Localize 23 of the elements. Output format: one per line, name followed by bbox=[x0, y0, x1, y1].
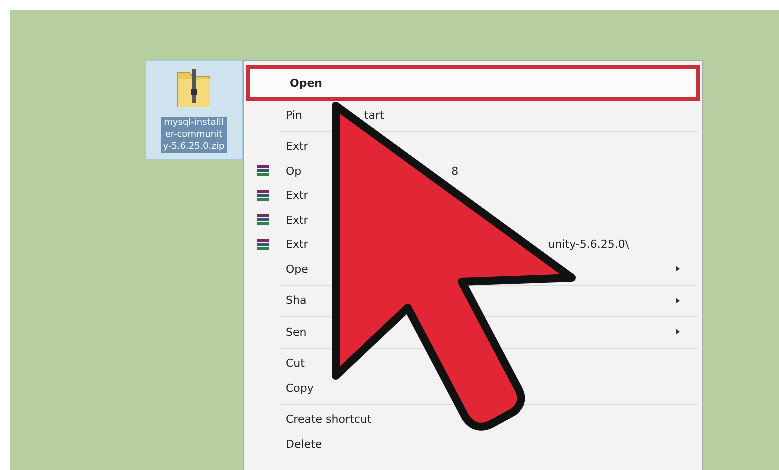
menu-item[interactable]: Sha bbox=[246, 288, 700, 313]
menu-item[interactable]: Delete bbox=[246, 432, 700, 456]
menu-item[interactable]: Cut bbox=[246, 352, 700, 376]
menu-item[interactable]: Copy bbox=[246, 376, 700, 400]
archive-icon bbox=[256, 213, 270, 228]
submenu-arrow-icon bbox=[676, 266, 680, 272]
menu-item[interactable]: Open bbox=[246, 65, 700, 101]
menu-item-text: tart bbox=[364, 108, 384, 122]
menu-item[interactable]: Extr bbox=[246, 208, 700, 232]
archive-icon bbox=[256, 188, 270, 203]
menu-item[interactable]: Extr bbox=[246, 184, 700, 208]
menu-item[interactable]: Create shortcut bbox=[246, 408, 700, 432]
menu-item[interactable]: Op 8 bbox=[246, 159, 700, 184]
menu-item-text: 8 bbox=[452, 164, 459, 178]
submenu-arrow-icon bbox=[676, 329, 680, 336]
archive-icon bbox=[256, 164, 270, 178]
file-name: mysql-installl er-communit y-5.6.25.0.zip bbox=[161, 117, 227, 153]
menu-item-text: unity-5.6.25.0\ bbox=[548, 238, 630, 252]
archive-icon bbox=[256, 238, 270, 252]
menu-item[interactable]: Pin tart bbox=[246, 103, 700, 128]
submenu-arrow-icon bbox=[676, 298, 680, 304]
menu-item[interactable]: Extr bbox=[246, 134, 700, 159]
menu-item[interactable]: Sen bbox=[246, 320, 700, 344]
